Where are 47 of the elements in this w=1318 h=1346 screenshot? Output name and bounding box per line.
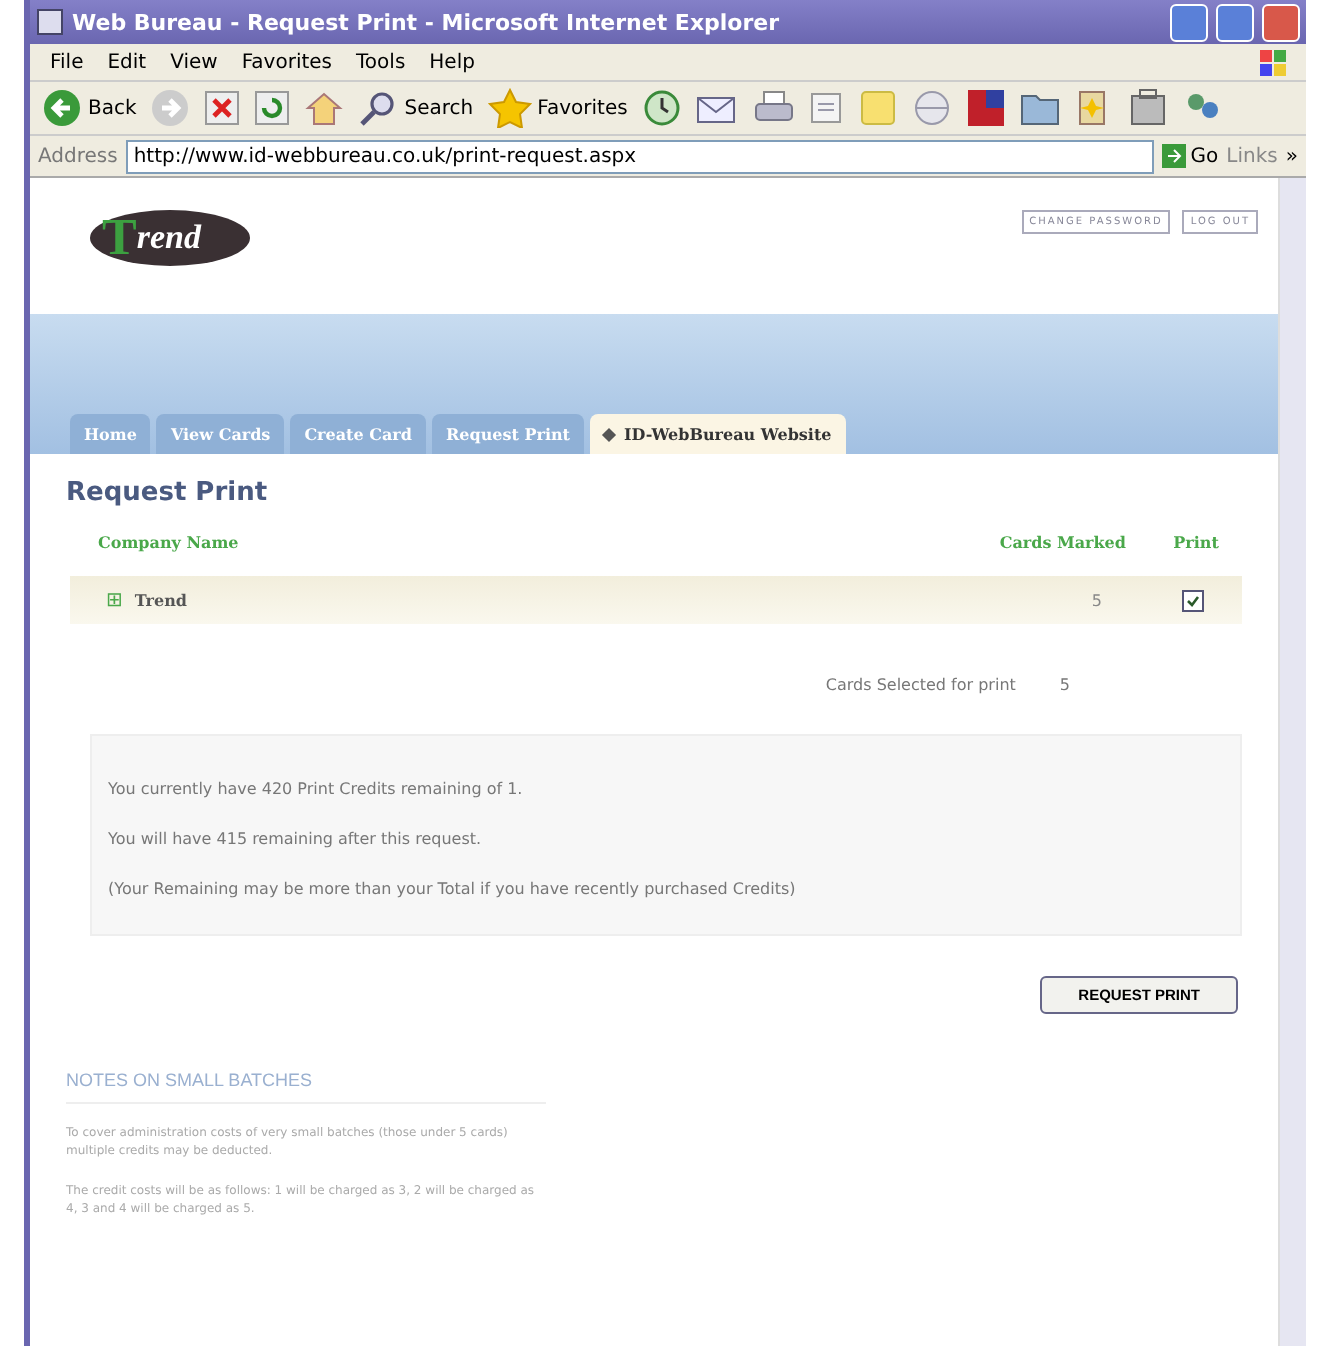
toolbox-icon[interactable] (1127, 88, 1168, 128)
favorites-button[interactable]: Favorites (487, 88, 628, 128)
menu-item[interactable]: Help (429, 51, 475, 73)
menu-item[interactable]: Favorites (241, 51, 333, 73)
menu-item[interactable]: File (50, 51, 84, 73)
more-chevron[interactable]: » (1285, 145, 1298, 167)
selected-label: Cards Selected for print (825, 676, 1016, 694)
printer-icon[interactable] (753, 90, 794, 126)
go-button[interactable]: Go (1162, 144, 1219, 168)
maximize-button[interactable] (1216, 3, 1254, 41)
refresh-icon[interactable] (254, 90, 291, 126)
window-icon (36, 8, 64, 36)
media-icon[interactable] (965, 88, 1006, 128)
close-button[interactable] (1262, 3, 1300, 41)
page-heading: Request Print (66, 478, 270, 508)
search-button[interactable]: Search (358, 88, 474, 128)
print-checkbox[interactable] (1181, 589, 1203, 611)
credits-text: (Your Remaining may be more than your Total if you have recently purchased Credits) (108, 880, 798, 898)
history-icon[interactable] (641, 88, 682, 128)
column-header: Company Name (96, 530, 241, 556)
table-cell-text: 5 (1089, 591, 1104, 609)
window-title: Web Bureau - Request Print - Microsoft Internet Explorer (72, 9, 782, 35)
selected-count: 5 (1059, 676, 1070, 694)
star-icon[interactable] (487, 88, 532, 128)
notes-title: NOTES ON SMALL BATCHES (66, 1070, 546, 1104)
home-icon[interactable] (304, 90, 345, 126)
address-field[interactable]: http://www.id-webbureau.co.uk/print-request.aspx (125, 139, 1155, 173)
logo: Trend (90, 210, 250, 266)
folder-icon[interactable] (1019, 90, 1060, 126)
windows-flag-icon (1258, 48, 1286, 76)
column-header: Cards Marked (997, 530, 1128, 556)
globe-icon[interactable] (911, 88, 952, 128)
address-label: Address (38, 145, 118, 167)
menu-item[interactable]: Edit (107, 51, 147, 73)
menu-item[interactable]: Tools (356, 51, 406, 73)
search-icon[interactable] (358, 88, 399, 128)
credits-text: You currently have 420 Print Credits remaining of 1. (108, 780, 525, 798)
scrollbar[interactable] (1278, 178, 1306, 1346)
company-name: Trend (134, 590, 187, 610)
nav-tab[interactable]: ID-WebBureau Website (590, 414, 846, 454)
menu-item[interactable]: View (170, 51, 218, 73)
document-icon[interactable] (807, 90, 844, 126)
column-header: Print (1171, 530, 1221, 556)
minimize-button[interactable] (1170, 3, 1208, 41)
stop-icon[interactable] (204, 90, 241, 126)
credits-text: You will have 415 remaining after this request. (108, 830, 484, 848)
back-button[interactable]: Back (42, 88, 137, 128)
